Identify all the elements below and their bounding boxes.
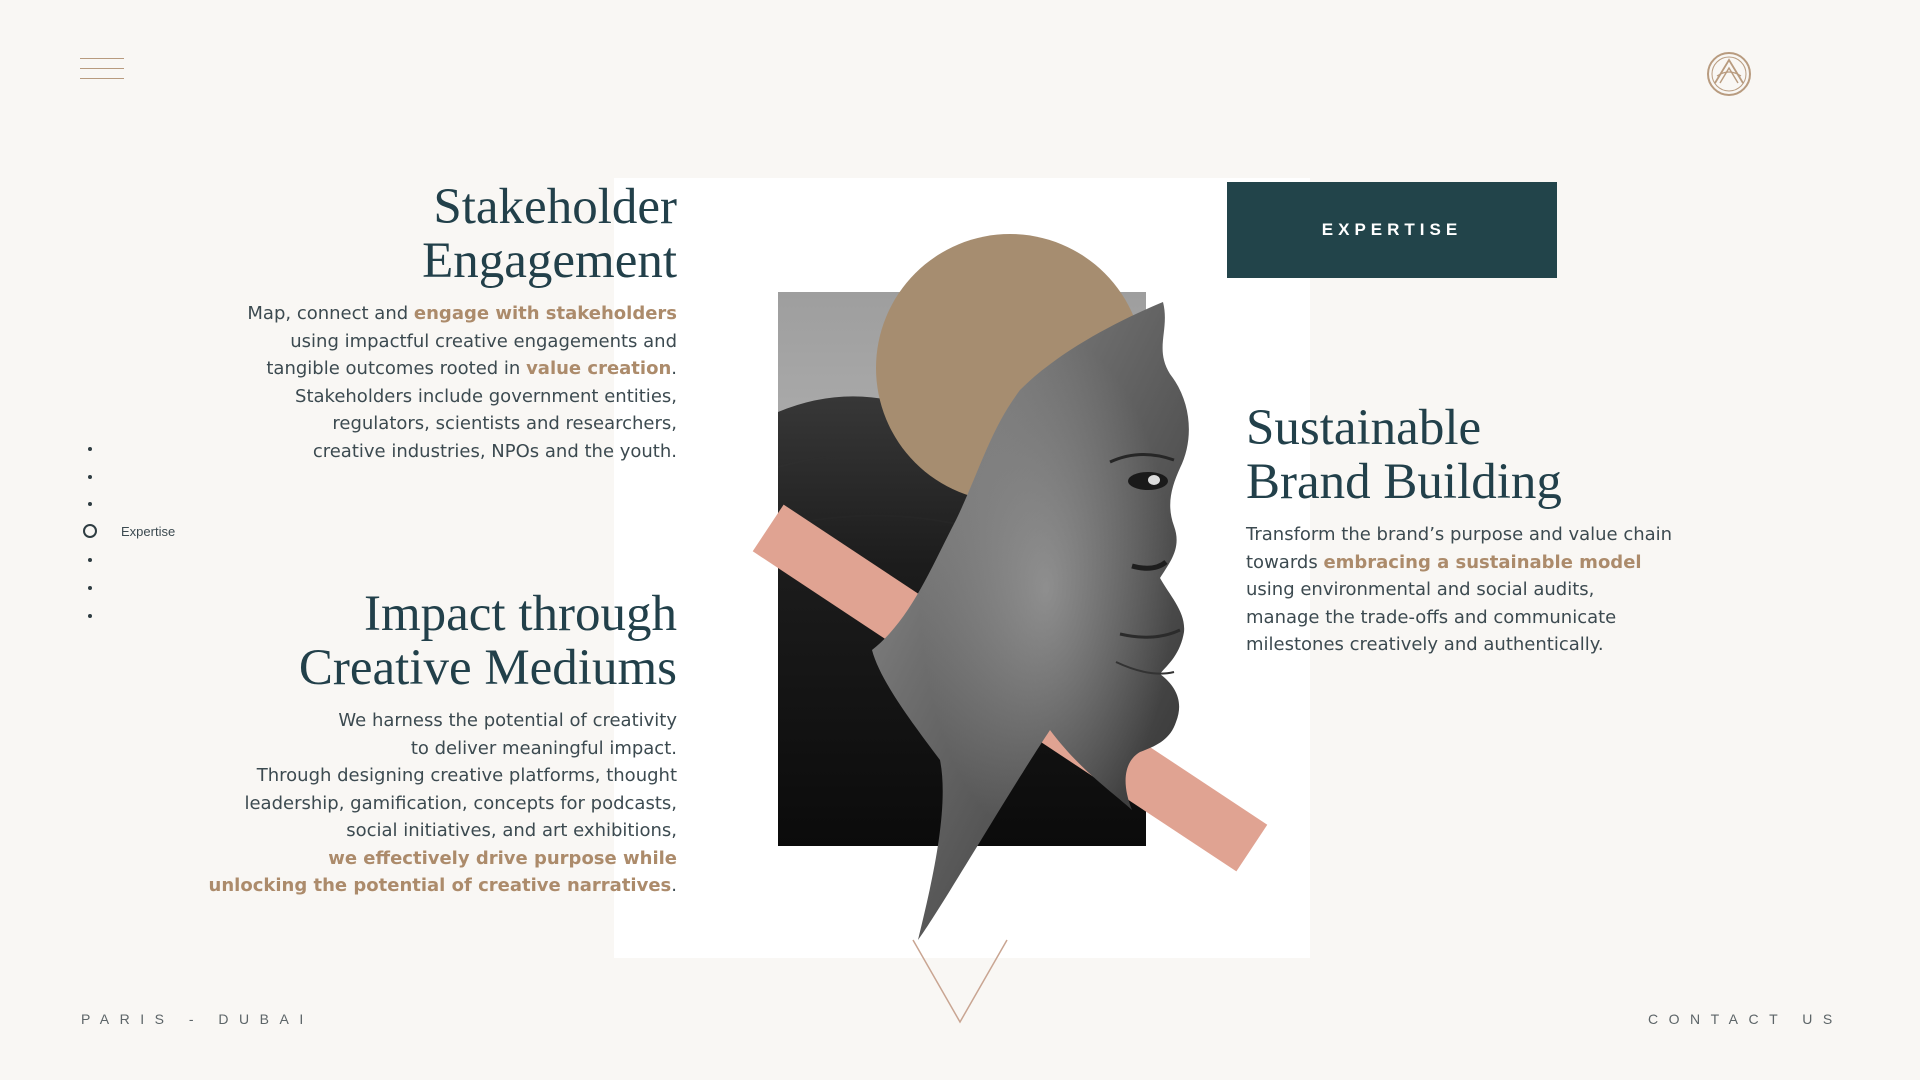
- impact-description: We harness the potential of creativity t…: [117, 707, 677, 900]
- stakeholder-text-line2: using impactful creative engagements and: [290, 330, 677, 352]
- stakeholder-text-segment: .: [671, 358, 677, 379]
- stakeholder-text-segment: tangible outcomes rooted in: [266, 358, 527, 379]
- side-nav-dot-3[interactable]: [88, 502, 92, 506]
- contact-us-link[interactable]: CONTACT US: [1648, 1011, 1843, 1027]
- brand-title-line2: Brand Building: [1246, 454, 1562, 510]
- stakeholder-title-line2: Engagement: [422, 233, 677, 289]
- stakeholder-accent-value: value creation: [526, 358, 672, 379]
- menu-line: [80, 78, 124, 79]
- stakeholder-text-segment: Map, connect and: [247, 303, 414, 324]
- stakeholder-text-line6: creative industries, NPOs and the youth.: [312, 440, 677, 462]
- side-nav-dot-active[interactable]: [83, 524, 97, 538]
- brand-accent-sustainable: embracing a sustainable model: [1323, 551, 1642, 573]
- impact-text-line4: leadership, gamification, concepts for p…: [244, 792, 677, 814]
- impact-text-line1: We harness the potential of creativity: [338, 710, 677, 731]
- brand-title-line1: Sustainable: [1246, 400, 1482, 456]
- side-nav-active-label[interactable]: Expertise: [121, 524, 175, 539]
- impact-creative-section: Impact through Creative Mediums We harne…: [117, 587, 677, 900]
- brand-text-line2: towards embracing a sustainable model: [1246, 549, 1766, 577]
- stakeholder-title-line1: Stakeholder: [433, 179, 677, 235]
- impact-accent-line6: we effectively drive purpose while: [328, 847, 677, 869]
- expertise-badge: EXPERTISE: [1227, 182, 1557, 278]
- face-profile-art: [872, 302, 1189, 940]
- impact-accent-line7: unlocking the potential of creative narr…: [208, 875, 672, 896]
- brand-text-segment: towards: [1246, 551, 1324, 573]
- side-nav-dot-7[interactable]: [88, 614, 92, 618]
- impact-title-line1: Impact through: [364, 586, 677, 642]
- stakeholder-text-line3: tangible outcomes rooted in value creati…: [117, 355, 677, 383]
- stakeholder-text-line1: Map, connect and engage with stakeholder…: [117, 300, 677, 328]
- menu-line: [80, 58, 124, 59]
- brand-text-line4: manage the trade-offs and communicate: [1246, 606, 1617, 628]
- hamburger-menu-icon[interactable]: [80, 56, 124, 82]
- stakeholder-description: Map, connect and engage with stakeholder…: [117, 300, 677, 465]
- impact-title: Impact through Creative Mediums: [117, 587, 677, 695]
- chevron-down-icon[interactable]: [911, 938, 1009, 1024]
- monogram-logo-icon[interactable]: [1706, 51, 1752, 97]
- stakeholder-engagement-section: Stakeholder Engagement Map, connect and …: [117, 180, 677, 465]
- brand-description: Transform the brand’s purpose and value …: [1246, 521, 1766, 659]
- stakeholder-text-line4: Stakeholders include government entities…: [295, 385, 677, 407]
- side-nav-dot-2[interactable]: [88, 475, 92, 479]
- side-nav-dot-6[interactable]: [88, 586, 92, 590]
- brand-text-line1: Transform the brand’s purpose and value …: [1246, 524, 1673, 545]
- impact-text-line5: social initiatives, and art exhibitions,: [346, 820, 677, 841]
- impact-text-line7: unlocking the potential of creative narr…: [117, 872, 677, 900]
- brand-title: Sustainable Brand Building: [1246, 401, 1766, 509]
- impact-text-line3: Through designing creative platforms, th…: [256, 765, 677, 786]
- stakeholder-text-line5: regulators, scientists and researchers,: [332, 413, 677, 434]
- side-nav-dot-1[interactable]: [88, 447, 92, 451]
- sustainable-brand-section: Sustainable Brand Building Transform the…: [1246, 401, 1766, 659]
- menu-line: [80, 68, 124, 69]
- footer-location: PARIS - DUBAI: [81, 1011, 314, 1027]
- side-nav-dot-5[interactable]: [88, 558, 92, 562]
- expertise-badge-label: EXPERTISE: [1321, 220, 1463, 239]
- brand-text-line3: using environmental and social audits,: [1246, 579, 1595, 600]
- impact-text-segment: .: [671, 875, 677, 896]
- brand-text-line5: milestones creatively and authentically.: [1246, 634, 1604, 655]
- stakeholder-title: Stakeholder Engagement: [117, 180, 677, 288]
- stakeholder-accent-engage: engage with stakeholders: [413, 303, 677, 324]
- impact-text-line2: to deliver meaningful impact.: [410, 737, 677, 759]
- impact-title-line2: Creative Mediums: [298, 640, 677, 696]
